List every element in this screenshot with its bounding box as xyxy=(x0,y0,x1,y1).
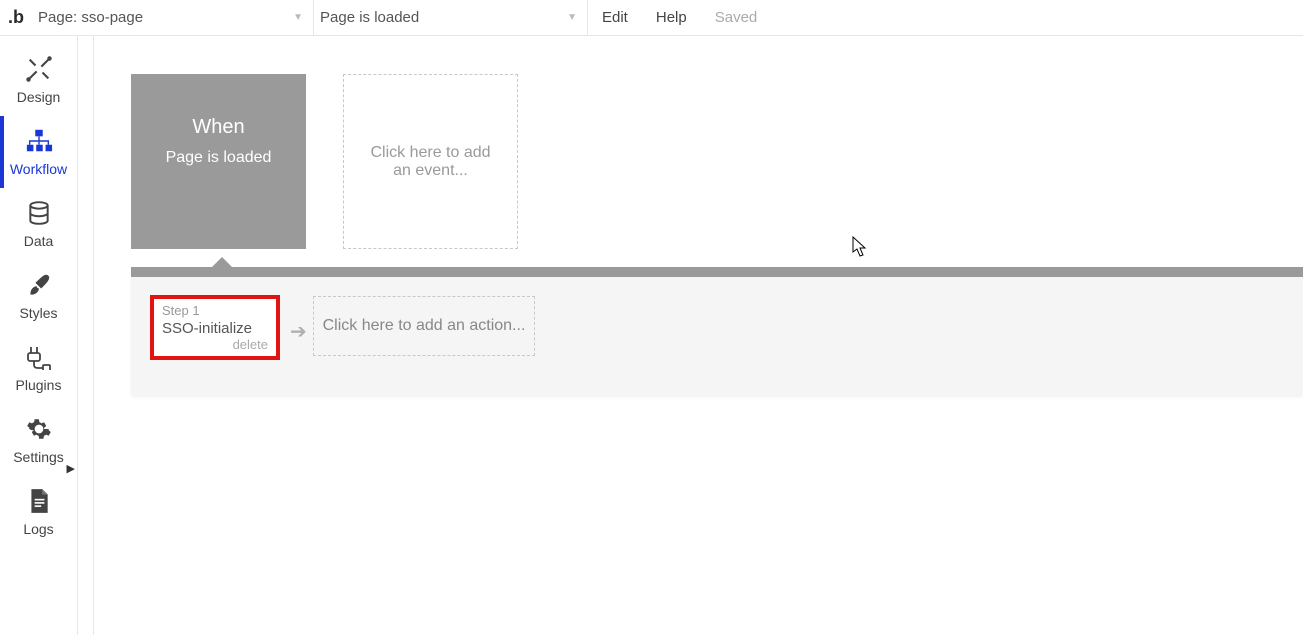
workflow-canvas: When Page is loaded Click here to add an… xyxy=(78,36,1303,635)
event-pointer-notch xyxy=(212,257,232,267)
nav-label: Plugins xyxy=(16,377,62,393)
add-action-placeholder[interactable]: Click here to add an action... xyxy=(313,296,535,356)
nav-label: Settings xyxy=(13,449,64,465)
nav-styles[interactable]: Styles xyxy=(0,260,77,332)
nav-workflow[interactable]: Workflow xyxy=(0,116,77,188)
nav-design[interactable]: Design xyxy=(0,44,77,116)
expand-caret-icon[interactable]: ▶ xyxy=(67,462,75,475)
cursor-icon xyxy=(852,236,868,258)
document-icon xyxy=(25,487,53,515)
canvas-gutter xyxy=(78,36,94,635)
brush-icon xyxy=(25,271,53,299)
top-bar: .b Page: sso-page ▼ Page is loaded ▼ Edi… xyxy=(0,0,1303,36)
nav-logs[interactable]: Logs xyxy=(0,476,77,548)
arrow-right-icon: ➔ xyxy=(290,319,307,344)
chevron-down-icon: ▼ xyxy=(293,12,303,23)
nav-settings[interactable]: Settings xyxy=(0,404,77,476)
chevron-down-icon: ▼ xyxy=(567,12,577,23)
nav-data[interactable]: Data xyxy=(0,188,77,260)
nav-label: Styles xyxy=(19,305,57,321)
workflow-icon xyxy=(25,127,53,155)
database-icon xyxy=(25,199,53,227)
bubble-logo[interactable]: .b xyxy=(0,0,32,36)
add-event-placeholder[interactable]: Click here to add an event... xyxy=(343,74,518,249)
saved-status: Saved xyxy=(701,0,772,35)
help-menu[interactable]: Help xyxy=(642,0,701,35)
side-nav: Design Workflow xyxy=(0,36,78,635)
event-dropdown-label: Page is loaded xyxy=(320,9,419,26)
action-step-1[interactable]: Step 1 SSO-initialize delete xyxy=(150,295,280,360)
step-number: Step 1 xyxy=(162,303,268,318)
design-icon xyxy=(25,55,53,83)
event-dropdown[interactable]: Page is loaded ▼ xyxy=(314,0,588,35)
nav-label: Design xyxy=(17,89,61,105)
nav-label: Data xyxy=(24,233,54,249)
actions-strip xyxy=(131,277,1303,395)
workflow-divider-bar xyxy=(131,267,1303,277)
page-dropdown[interactable]: Page: sso-page ▼ xyxy=(32,0,314,35)
nav-plugins[interactable]: Plugins xyxy=(0,332,77,404)
edit-menu[interactable]: Edit xyxy=(588,0,642,35)
add-action-text: Click here to add an action... xyxy=(323,317,526,335)
nav-label: Logs xyxy=(23,521,53,537)
delete-step-button[interactable]: delete xyxy=(233,337,268,352)
event-name: Page is loaded xyxy=(166,149,272,167)
page-dropdown-label: Page: sso-page xyxy=(38,9,143,26)
add-event-text: Click here to add an event... xyxy=(362,144,499,180)
event-block[interactable]: When Page is loaded xyxy=(131,74,306,249)
step-name: SSO-initialize xyxy=(162,320,268,337)
plug-icon xyxy=(25,343,53,371)
event-when-label: When xyxy=(192,116,244,139)
gear-icon xyxy=(25,415,53,443)
nav-label: Workflow xyxy=(10,161,67,177)
